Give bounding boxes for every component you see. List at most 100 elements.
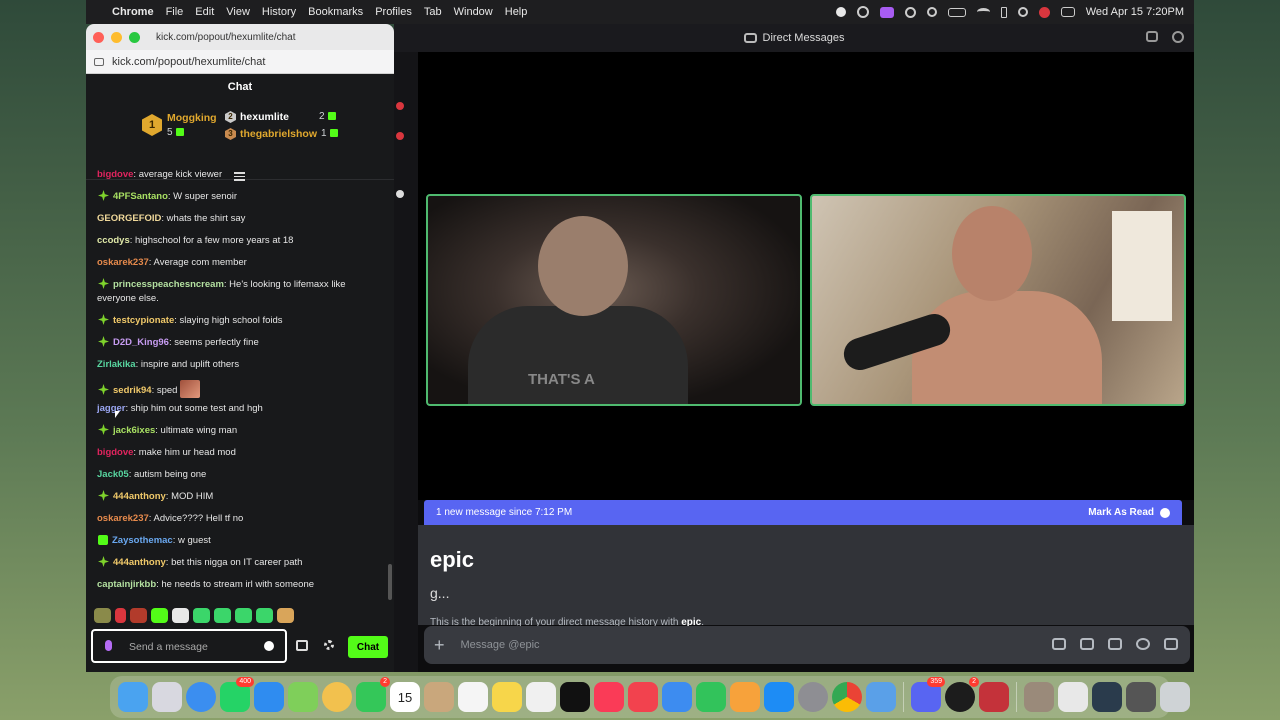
chat-username[interactable]: Jack05 (97, 469, 129, 480)
launchpad-icon[interactable] (152, 682, 182, 712)
keynote-icon[interactable] (662, 682, 692, 712)
moon-icon[interactable] (926, 7, 937, 17)
apps-icon[interactable] (1164, 638, 1178, 650)
send-message-input[interactable]: Send a message (91, 629, 287, 663)
help-icon[interactable] (1172, 31, 1184, 43)
emote-burger-icon[interactable] (277, 608, 294, 623)
emote-green-icon[interactable] (235, 608, 252, 623)
wifi-icon[interactable] (976, 8, 990, 16)
new-messages-banner[interactable]: 1 new message since 7:12 PM Mark As Read (424, 500, 1182, 525)
send-chat-button[interactable]: Chat (348, 636, 388, 658)
settings-gear-icon[interactable] (324, 640, 334, 650)
chat-username[interactable]: Zirlakika (97, 359, 136, 370)
spotlight-search-icon[interactable] (1017, 7, 1028, 17)
bluetooth-icon[interactable] (1000, 6, 1007, 18)
calendar-icon[interactable]: 15 (390, 682, 420, 712)
menu-help[interactable]: Help (505, 6, 528, 18)
facetime-icon[interactable]: 2 (356, 677, 390, 712)
emote-red-icon[interactable] (115, 608, 126, 623)
chat-username[interactable]: ccodys (97, 235, 130, 246)
battery-icon[interactable] (947, 7, 966, 17)
menu-history[interactable]: History (262, 6, 296, 18)
emote-stack-icon[interactable] (151, 608, 168, 623)
attach-plus-icon[interactable]: + (434, 635, 445, 656)
emote-gg-icon[interactable] (94, 608, 111, 623)
dictionary-icon[interactable] (979, 682, 1009, 712)
chat-username[interactable]: princesspeachesncream (113, 279, 224, 290)
leaderboard-second-name[interactable]: hexumlite (240, 111, 289, 123)
chat-username[interactable]: testcypionate (113, 315, 174, 326)
downloads-stack-icon[interactable] (1126, 682, 1156, 712)
store-icon[interactable] (296, 640, 308, 651)
emoji-picker-icon[interactable] (264, 641, 274, 651)
system-settings-icon[interactable] (798, 682, 828, 712)
notes-icon[interactable] (492, 682, 522, 712)
sync-icon[interactable] (856, 6, 869, 18)
app-store-icon[interactable] (764, 682, 794, 712)
menu-window[interactable]: Window (454, 6, 493, 18)
leaderboard-third-name[interactable]: thegabrielshow (240, 128, 317, 140)
contacts-icon[interactable] (424, 682, 454, 712)
trash-icon[interactable] (1160, 682, 1190, 712)
play-icon[interactable] (904, 6, 916, 18)
spotify-icon[interactable]: 2 (945, 677, 979, 712)
music-icon[interactable] (594, 682, 624, 712)
inbox-icon[interactable] (1146, 31, 1158, 42)
pages-icon[interactable] (730, 682, 760, 712)
chat-username[interactable]: jack6ixes (113, 425, 155, 436)
freeform-icon[interactable] (526, 682, 556, 712)
finder-icon[interactable] (118, 682, 148, 712)
menu-clock[interactable]: Wed Apr 15 7:20PM (1086, 6, 1184, 18)
recent-screenshot-icon[interactable] (1092, 682, 1122, 712)
safari-icon[interactable] (186, 682, 216, 712)
minimize-window-button[interactable] (111, 31, 122, 43)
gift-icon[interactable] (1052, 638, 1066, 650)
recent-window-icon[interactable] (1024, 682, 1054, 712)
chat-username[interactable]: 444anthony (113, 557, 166, 568)
recent-document-icon[interactable] (1058, 682, 1088, 712)
emote-face-icon[interactable] (172, 608, 189, 623)
message-input[interactable]: Message @epic (461, 639, 540, 651)
chat-username[interactable]: GEORGEFOID (97, 213, 161, 224)
chat-username[interactable]: bigdove (97, 447, 133, 458)
chat-username[interactable]: captainjirkbb (97, 579, 156, 590)
chat-scrollbar[interactable] (388, 564, 392, 600)
maps-icon[interactable] (288, 682, 318, 712)
menu-profiles[interactable]: Profiles (375, 6, 412, 18)
emote-green-icon[interactable] (256, 608, 273, 623)
mail-icon[interactable] (254, 682, 284, 712)
mic-icon[interactable] (105, 640, 112, 651)
control-center-icon[interactable] (1060, 7, 1075, 17)
mark-as-read-button[interactable]: Mark As Read (1088, 507, 1170, 518)
video-tile-1[interactable]: THAT'S A (426, 194, 802, 406)
status-dot-icon[interactable] (835, 7, 846, 17)
sticker-icon[interactable] (1108, 638, 1122, 650)
url-bar[interactable]: kick.com/popout/hexumlite/chat (86, 50, 394, 74)
chat-username[interactable]: bigdove (97, 169, 133, 180)
leaderboard-first-name[interactable]: Moggking (167, 112, 217, 124)
chat-username[interactable]: sedrik94 (113, 385, 152, 396)
chat-username[interactable]: oskarek237 (97, 257, 149, 268)
discord-icon[interactable]: 359 (911, 677, 945, 712)
emote-green-icon[interactable] (214, 608, 231, 623)
screen-record-icon[interactable] (879, 6, 894, 18)
user-avatar-icon[interactable] (1038, 6, 1050, 18)
emote-green-icon[interactable] (193, 608, 210, 623)
chat-username[interactable]: 4PFSantano (113, 191, 168, 202)
chat-username[interactable]: 444anthony (113, 491, 166, 502)
photos-icon[interactable] (322, 682, 352, 712)
news-icon[interactable] (628, 682, 658, 712)
emote-angry-icon[interactable] (130, 608, 147, 623)
video-tile-2[interactable] (810, 194, 1186, 406)
zoom-window-button[interactable] (129, 31, 140, 43)
menu-tab[interactable]: Tab (424, 6, 442, 18)
menu-view[interactable]: View (226, 6, 250, 18)
emoji-icon[interactable] (1136, 638, 1150, 650)
app-menu[interactable]: Chrome (112, 6, 154, 18)
gif-icon[interactable] (1080, 638, 1094, 650)
chat-username[interactable]: jagger (97, 403, 126, 414)
chat-username[interactable]: Zaysothemac (112, 535, 173, 546)
apple-tv-icon[interactable] (560, 682, 590, 712)
menu-edit[interactable]: Edit (195, 6, 214, 18)
menu-bookmarks[interactable]: Bookmarks (308, 6, 363, 18)
